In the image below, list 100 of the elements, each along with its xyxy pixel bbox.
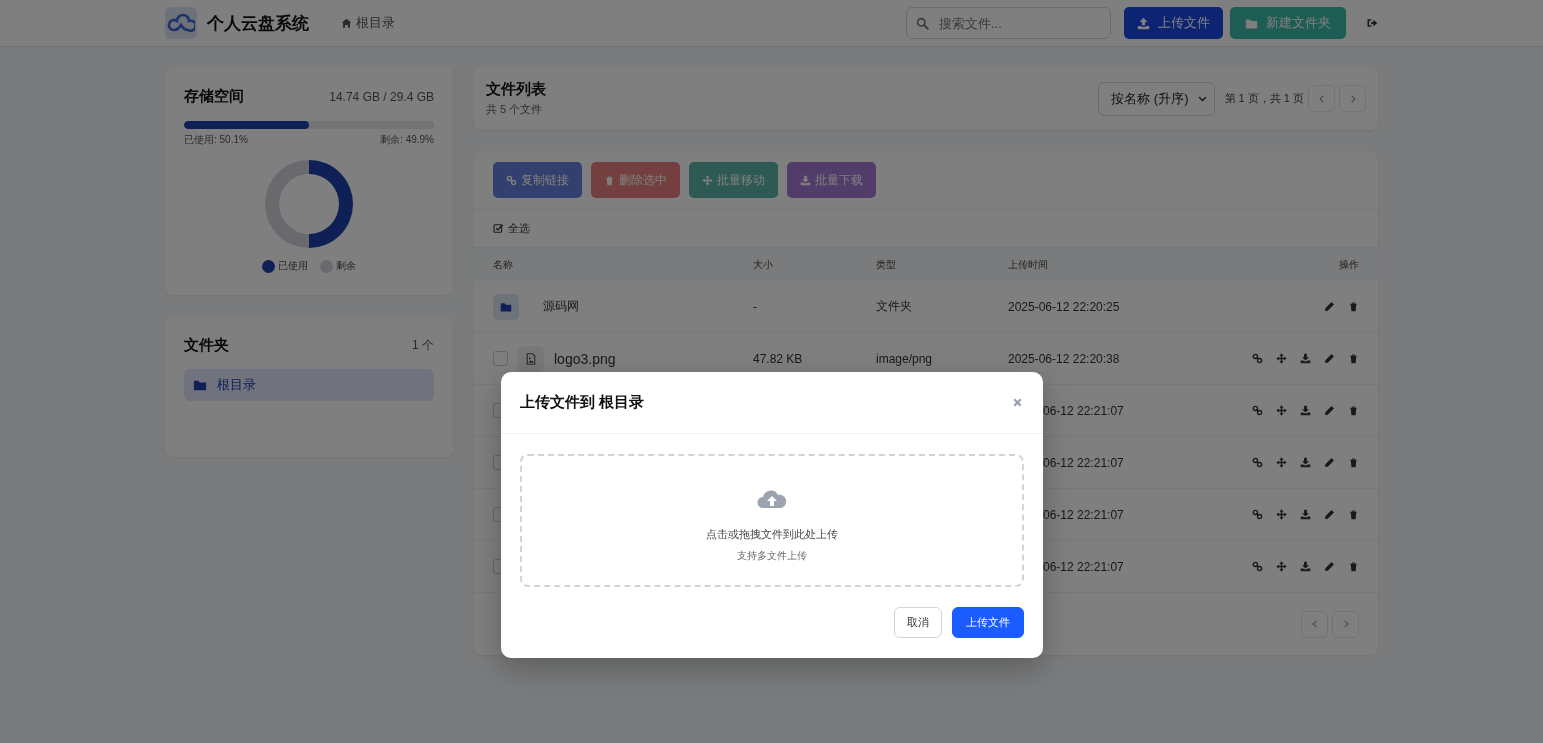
link-button[interactable] bbox=[1252, 509, 1263, 520]
close-icon bbox=[1011, 396, 1024, 409]
delete-button[interactable] bbox=[1348, 457, 1359, 468]
folder-item[interactable]: 根目录 bbox=[184, 369, 434, 401]
drop-text: 点击或拖拽文件到此处上传 bbox=[706, 526, 838, 542]
folder-glyph-icon bbox=[500, 300, 512, 313]
pencil-icon bbox=[1324, 353, 1335, 364]
table-cell-text: 2025-06-12 22:20:38 bbox=[1008, 351, 1121, 366]
upload-button[interactable]: 上传文件 bbox=[1124, 7, 1223, 39]
pencil-icon bbox=[1324, 457, 1335, 468]
card-title: 文件列表 bbox=[486, 80, 546, 99]
trash-icon bbox=[1348, 509, 1359, 520]
link-icon bbox=[1252, 353, 1263, 364]
link-button[interactable] bbox=[1252, 353, 1263, 364]
download-button[interactable] bbox=[1300, 561, 1311, 572]
pencil-icon bbox=[1324, 301, 1335, 312]
select-all-label[interactable]: 全选 bbox=[508, 221, 530, 236]
edit-button[interactable] bbox=[1324, 509, 1335, 520]
drop-hint: 支持多文件上传 bbox=[737, 548, 807, 563]
edit-button[interactable] bbox=[1324, 301, 1335, 312]
move-button[interactable] bbox=[1276, 353, 1287, 364]
link-icon bbox=[506, 174, 517, 186]
legend-label: 已使用 bbox=[278, 259, 308, 273]
cancel-button[interactable]: 取消 bbox=[894, 607, 942, 638]
table-cell-text: 06-12 22:21:07 bbox=[1042, 559, 1125, 574]
delete-button[interactable] bbox=[1348, 301, 1359, 312]
link-button[interactable] bbox=[1252, 457, 1263, 468]
table-cell-text: 06-12 22:21:07 bbox=[1042, 507, 1125, 522]
table-cell-text: 47.82 KB bbox=[753, 351, 804, 366]
dialog-title: 上传文件到 根目录 bbox=[520, 393, 645, 412]
trash-icon bbox=[1348, 353, 1359, 364]
edit-button[interactable] bbox=[1324, 457, 1335, 468]
edit-button[interactable] bbox=[1324, 561, 1335, 572]
link-icon bbox=[1252, 405, 1263, 416]
column-header: 上传时间 bbox=[1008, 257, 1049, 272]
link-button[interactable] bbox=[1252, 405, 1263, 416]
search-field[interactable]: 搜索文件... bbox=[906, 7, 1111, 39]
download-icon bbox=[1300, 353, 1311, 364]
delete-button[interactable] bbox=[1348, 561, 1359, 572]
image-glyph-icon bbox=[525, 352, 537, 365]
legend-label: 剩余 bbox=[336, 259, 356, 273]
move-button[interactable] bbox=[1276, 509, 1287, 520]
upload-icon bbox=[1137, 16, 1150, 30]
legend-dot bbox=[262, 259, 275, 273]
delete-button[interactable] bbox=[1348, 509, 1359, 520]
folder-icon bbox=[1245, 16, 1258, 30]
search-icon bbox=[916, 17, 929, 30]
pencil-icon bbox=[1324, 561, 1335, 572]
download-icon bbox=[1300, 405, 1311, 416]
checked-box-icon[interactable] bbox=[493, 223, 504, 234]
breadcrumb-link[interactable]: 根目录 bbox=[341, 14, 395, 32]
close-button[interactable] bbox=[1011, 396, 1024, 409]
cloud-logo-icon bbox=[165, 7, 197, 39]
trash-icon bbox=[604, 174, 615, 186]
move-button[interactable] bbox=[1276, 457, 1287, 468]
drop-zone[interactable]: 点击或拖拽文件到此处上传 支持多文件上传 bbox=[520, 454, 1024, 587]
download-icon bbox=[1300, 561, 1311, 572]
table-cell-text: 06-12 22:21:07 bbox=[1042, 455, 1125, 470]
table-cell-text: 2025-06-12 22:20:25 bbox=[1008, 299, 1121, 314]
edit-button[interactable] bbox=[1324, 353, 1335, 364]
link-icon bbox=[1252, 509, 1263, 520]
download-button[interactable] bbox=[1300, 353, 1311, 364]
column-header: 名称 bbox=[493, 257, 514, 272]
table-cell-text: - bbox=[753, 299, 758, 314]
column-header: 类型 bbox=[876, 257, 897, 272]
download-button[interactable] bbox=[1300, 405, 1311, 416]
pencil-icon bbox=[1324, 405, 1335, 416]
pencil-icon bbox=[1324, 509, 1335, 520]
table-cell-text: 文件夹 bbox=[876, 298, 913, 315]
folder-count: 1 个 bbox=[412, 337, 434, 354]
download-icon bbox=[1300, 509, 1311, 520]
trash-icon bbox=[1348, 301, 1359, 312]
storage-usage: 14.74 GB / 29.4 GB bbox=[329, 89, 434, 104]
download-button[interactable] bbox=[1300, 457, 1311, 468]
move-icon bbox=[1276, 405, 1287, 416]
upload-button[interactable]: 上传文件 bbox=[952, 607, 1024, 638]
sort-dropdown[interactable]: 按名称 (升序) bbox=[1098, 81, 1215, 116]
delete-button[interactable] bbox=[1348, 405, 1359, 416]
free-label: 剩余: 49.9% bbox=[380, 133, 434, 147]
link-icon bbox=[1252, 561, 1263, 572]
move-icon bbox=[1276, 509, 1287, 520]
edit-button[interactable] bbox=[1324, 405, 1335, 416]
move-icon bbox=[1276, 561, 1287, 572]
file-name[interactable]: logo3.png bbox=[554, 350, 616, 367]
move-button[interactable] bbox=[1276, 405, 1287, 416]
row-checkbox[interactable] bbox=[493, 351, 508, 366]
move-icon bbox=[702, 174, 713, 186]
link-button[interactable] bbox=[1252, 561, 1263, 572]
card-title: 存储空间 bbox=[184, 87, 244, 106]
table-cell-text: 06-12 22:21:07 bbox=[1042, 403, 1125, 418]
delete-button[interactable] bbox=[1348, 353, 1359, 364]
app-title: 个人云盘系统 bbox=[207, 12, 309, 35]
download-button[interactable] bbox=[1300, 509, 1311, 520]
card-title: 文件夹 bbox=[184, 336, 229, 355]
column-header: 大小 bbox=[753, 257, 774, 272]
used-label: 已使用: 50.1% bbox=[184, 133, 248, 147]
move-button[interactable] bbox=[1276, 561, 1287, 572]
file-name[interactable]: 源码网 bbox=[543, 298, 579, 315]
file-count: 共 5 个文件 bbox=[486, 102, 544, 117]
link-icon bbox=[1252, 457, 1263, 468]
